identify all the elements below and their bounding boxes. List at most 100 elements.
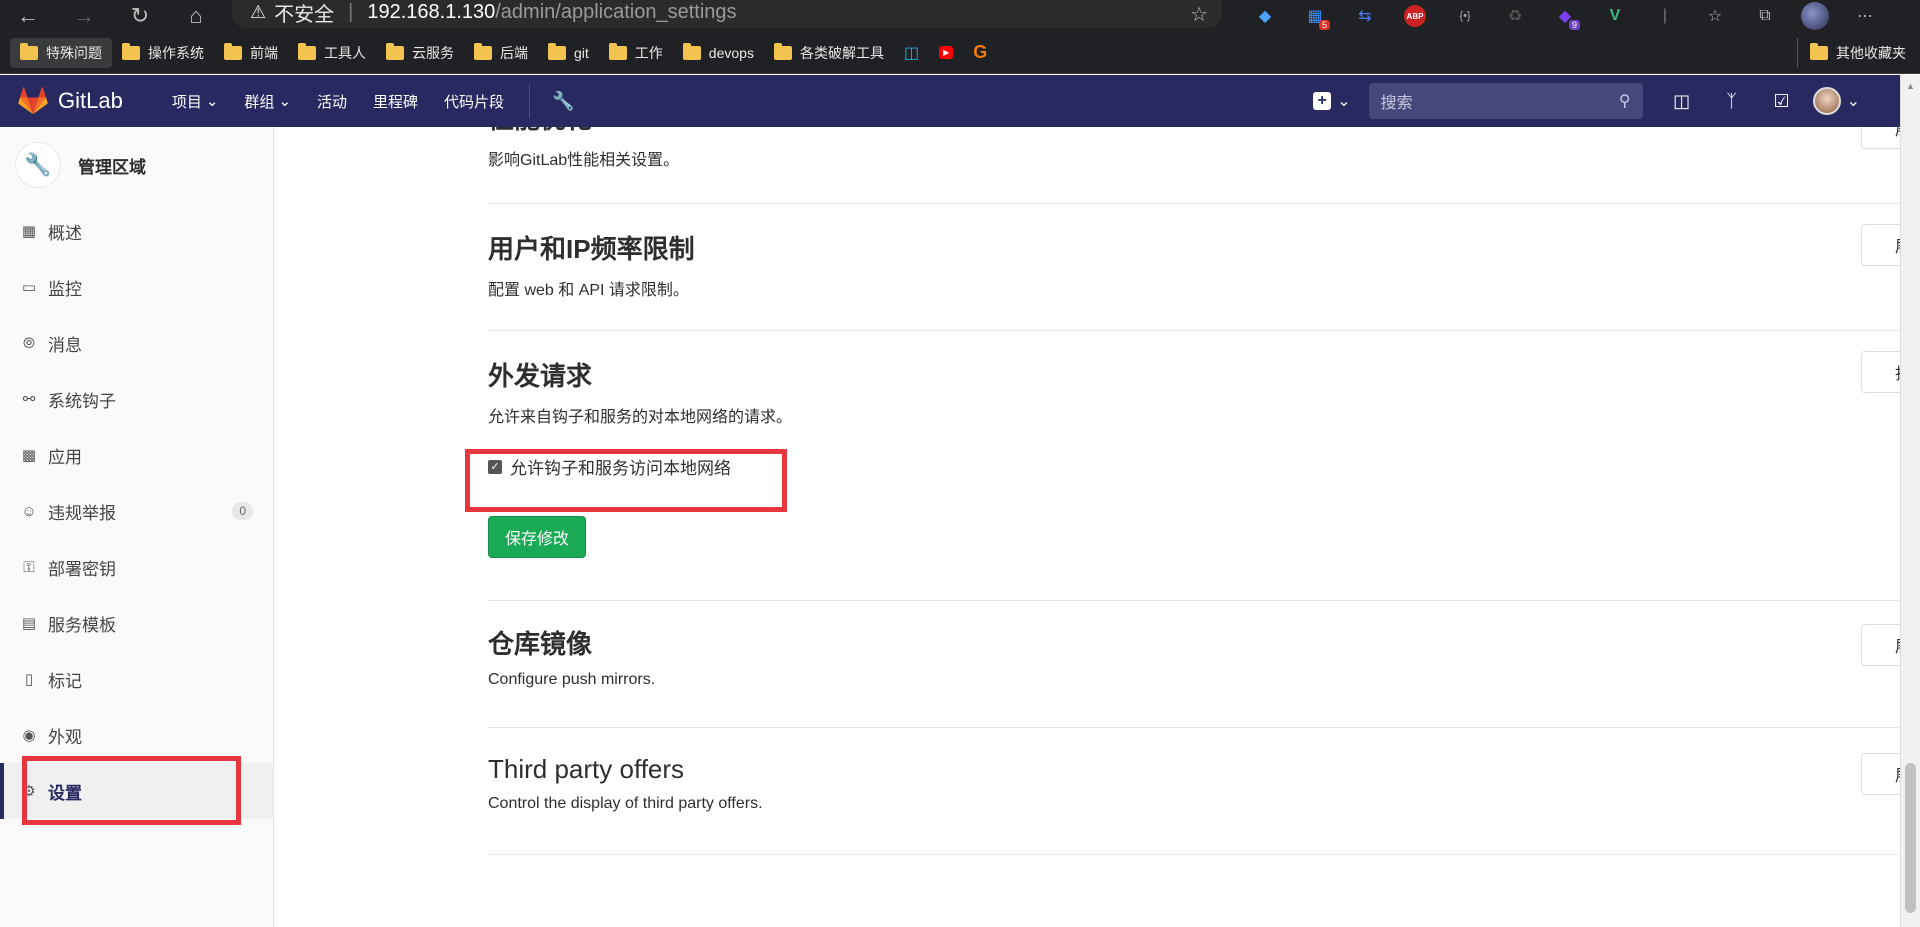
back-icon[interactable]: ← [0,0,56,32]
expand-button[interactable]: 展开 [1861,127,1900,149]
bilibili-icon[interactable]: ◫ [894,38,929,68]
scroll-up-icon[interactable]: ▲ [1906,81,1915,91]
brand-name: GitLab [58,88,123,113]
gitee-icon[interactable]: G [963,38,997,68]
merge-request-icon[interactable]: ᛉ [1707,91,1757,112]
smiley-icon: ☺ [21,502,37,520]
section-description: Control the display of third party offer… [488,795,763,812]
section-title: 性能优化 [488,127,1900,136]
plus-icon: + [1313,92,1332,110]
collections-icon[interactable]: ⧉ [1740,0,1790,32]
sidebar-item-service-templates[interactable]: ▤ 服务模板 [0,595,273,651]
search-input[interactable]: 搜索 ⚲ [1368,83,1643,119]
label-icon: ▯ [24,671,34,688]
folder-icon [386,42,404,60]
section-description: Configure push mirrors. [488,671,656,688]
section-divider [488,727,1900,728]
sidebar-item-applications[interactable]: ▩ 应用 [0,427,273,483]
sidebar-item-labels[interactable]: ▯ 标记 [0,651,273,707]
section-divider [488,330,1900,331]
nav-snippets[interactable]: 代码片段 [431,75,517,127]
main-content: 性能优化 影响GitLab性能相关设置。 展开 用户和IP频率限制 配置 web… [275,127,1900,927]
bookmark-star-icon[interactable]: ☆ [1190,2,1208,27]
sidebar-item-appearance[interactable]: ◉ 外观 [0,707,273,763]
bookmark-folder[interactable]: 操作系统 [112,38,214,68]
shape-icon[interactable]: ◆ 9 [1540,0,1590,32]
sidebar-item-monitoring[interactable]: ▭ 监控 [0,259,273,315]
gitlab-logo[interactable]: GitLab [18,87,123,115]
folder-icon [20,42,38,60]
forward-icon[interactable]: → [56,0,112,32]
adblock-icon[interactable]: ABP [1390,0,1440,32]
bookmark-folder[interactable]: 云服务 [376,38,464,68]
nav-projects[interactable]: 项目 ⌄ [159,75,232,127]
bookmark-folder[interactable]: 前端 [214,38,288,68]
warning-icon: ⚠ [250,1,267,22]
search-placeholder: 搜索 [1380,95,1413,112]
user-menu[interactable]: ⌄ [1812,87,1860,115]
key-icon: ⚿ [23,558,35,576]
folder-icon [548,42,566,60]
sidebar-item-messages[interactable]: ⦾ 消息 [0,315,273,371]
vue-icon[interactable]: V [1590,0,1640,32]
bookmark-folder[interactable]: 特殊问题 [10,37,112,68]
chevron-down-icon: ⌄ [205,93,219,110]
repository-mirrors-section: 仓库镜像 Configure push mirrors. 展开 [488,624,1900,689]
home-icon[interactable]: ⌂ [168,0,224,32]
performance-section: 性能优化 影响GitLab性能相关设置。 展开 [488,127,1900,170]
bookmark-folder[interactable]: devops [673,38,764,68]
bookmark-folder[interactable]: 工作 [599,38,673,68]
scrollbar-thumb[interactable] [1905,763,1916,913]
page-scrollbar[interactable]: ▲ [1900,75,1920,927]
bookmark-folder[interactable]: 工具人 [288,38,376,68]
nav-groups[interactable]: 群组 ⌄ [231,75,304,127]
collapse-button[interactable]: 折叠 [1861,351,1900,393]
security-label: 不安全 [274,3,335,26]
youtube-icon[interactable]: ▶ [929,38,963,68]
section-title: 仓库镜像 [488,629,593,659]
sidebar-header[interactable]: 🔧 管理区域 [0,127,273,203]
profile-icon[interactable] [1790,0,1840,32]
extensions-bar: ◆ ▦ 5 ⇆ ABP {•} ♻ ◆ 9 V | ☆ ⧉ ⋯ [1240,0,1890,32]
new-dropdown-button[interactable]: + ⌄ [1313,91,1351,111]
nav-activity[interactable]: 活动 [304,75,360,127]
expand-button[interactable]: 展开 [1861,624,1900,666]
bookmark-folder[interactable]: 各类破解工具 [764,38,894,68]
puzzle-icon[interactable]: ▦ 5 [1290,0,1340,32]
expand-button[interactable]: 展开 [1861,224,1900,266]
recycle-icon[interactable]: ♻ [1490,0,1540,32]
sidebar-item-overview[interactable]: ▦ 概述 [0,203,273,259]
todo-icon[interactable]: ☑ [1757,91,1807,112]
gem-icon[interactable]: ◆ [1240,0,1290,32]
folder-icon [298,42,316,60]
rate-limits-section: 用户和IP频率限制 配置 web 和 API 请求限制。 展开 [488,224,1900,300]
nav-milestones[interactable]: 里程碑 [360,75,431,127]
bookmark-folder[interactable]: git [538,38,599,68]
issues-icon[interactable]: ◫ [1657,91,1707,112]
checkbox-highlight-box [465,449,787,512]
reload-icon[interactable]: ↻ [112,0,168,32]
outbound-requests-section: 外发请求 允许来自钩子和服务的对本地网络的请求。 折叠 ✓ 允许钩子和服务访问本… [488,351,1900,558]
address-bar[interactable]: ⚠ 不安全 | 192.168.1.130/admin/application_… [232,0,1222,28]
monitor-icon: ▭ [21,279,37,296]
template-icon: ▤ [21,615,37,632]
section-divider [488,854,1900,855]
other-bookmarks[interactable]: 其他收藏夹 [1797,38,1906,68]
repost-icon[interactable]: ⇆ [1340,0,1390,32]
sidebar-item-system-hooks[interactable]: ⚯ 系统钩子 [0,371,273,427]
expand-button[interactable]: 展开 [1861,753,1900,795]
favorites-icon[interactable]: ☆ [1690,0,1740,32]
bookmark-folder[interactable]: 后端 [464,38,538,68]
sidebar-item-deploy-keys[interactable]: ⚿ 部署密钥 [0,539,273,595]
gitlab-navbar: GitLab 项目 ⌄ 群组 ⌄ 活动 里程碑 代码片段 🔧 + ⌄ 搜索 ⚲ ◫ ᛉ… [0,75,1900,127]
code-icon[interactable]: {•} [1440,0,1490,32]
more-icon[interactable]: ⋯ [1840,0,1890,32]
section-description: 允许来自钩子和服务的对本地网络的请求。 [488,409,793,426]
bookmarks-bar: 特殊问题 操作系统 前端 工具人 云服务 后端 git 工作 devops 各类… [0,32,1920,74]
section-divider [488,600,1900,601]
admin-wrench-icon[interactable]: 🔧 [542,91,584,112]
chevron-down-icon: ⌄ [1337,93,1351,110]
sidebar-item-abuse-reports[interactable]: ☺ 违规举报 0 [0,483,273,539]
chevron-down-icon: ⌄ [1846,93,1860,110]
save-changes-button[interactable]: 保存修改 [488,516,586,558]
